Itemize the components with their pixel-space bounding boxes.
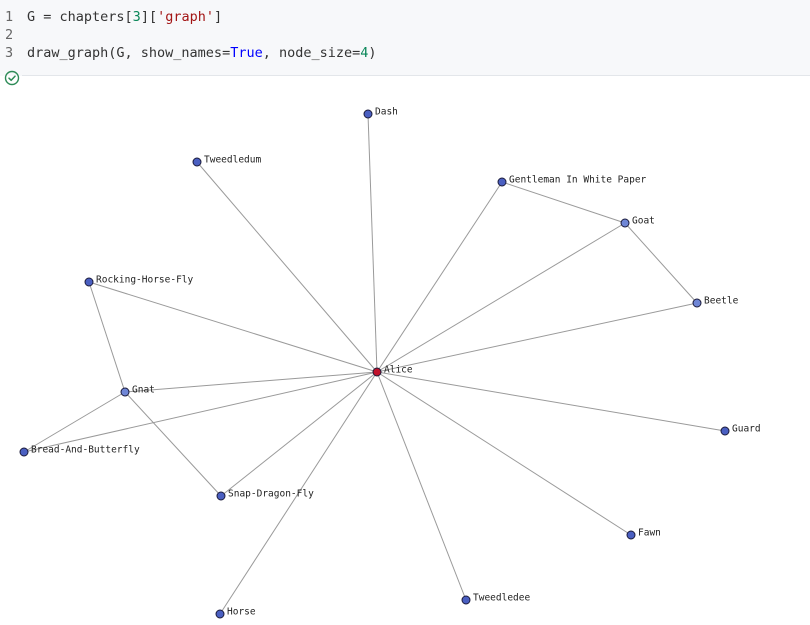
graph-node [363,109,373,119]
graph-node [720,426,730,436]
graph-node [120,387,130,397]
graph-edge [23,371,378,453]
graph-edge [220,371,378,497]
graph-edge [88,281,126,393]
graph-node [461,595,471,605]
graph-node-label: Tweedledum [204,155,261,166]
graph-node-label: Snap-Dragon-Fly [228,489,314,500]
graph-edge [367,113,378,373]
graph-node-label: Fawn [638,528,661,539]
graph-node-label: Guard [732,424,761,435]
graph-node [620,218,630,228]
graph-node [626,530,636,540]
graph-node [372,367,382,377]
graph-node-label: Dash [375,107,398,118]
graph-edges [23,113,726,615]
graph-edge [624,222,698,304]
graph-node [497,177,507,187]
graph-node [84,277,94,287]
graph-edge [501,181,626,224]
graph-node-label: Alice [384,365,413,376]
graph-node [192,157,202,167]
graph-node-label: Rocking-Horse-Fly [96,275,194,286]
graph-edge [376,222,626,373]
graph-edge [376,302,698,373]
graph-edge [88,281,378,373]
graph-edge [376,371,467,601]
graph-edge [23,391,126,453]
graph-node-label: Tweedledee [473,593,530,604]
graph-edge [376,181,503,373]
graph-node-label: Bread-And-Butterfly [31,445,140,456]
graph-output: Alice Dash Tweedledum Gentleman In White Pa… [19,107,761,619]
graph-node-label: Horse [227,607,256,618]
graph-edge [376,371,632,536]
graph-node [692,298,702,308]
graph-node-label: Goat [632,216,655,227]
graph-node [216,491,226,501]
graph-nodes: Alice Dash Tweedledum Gentleman In White Pa… [19,107,761,619]
graph-node [215,609,225,619]
graph-edge [376,371,726,432]
graph-edge [124,371,378,393]
graph-node-label: Gentleman In White Paper [509,175,647,186]
graph-edge [196,161,378,373]
graph-node-label: Gnat [132,385,155,396]
graph-node-label: Beetle [704,296,739,307]
graph-node [19,447,29,457]
